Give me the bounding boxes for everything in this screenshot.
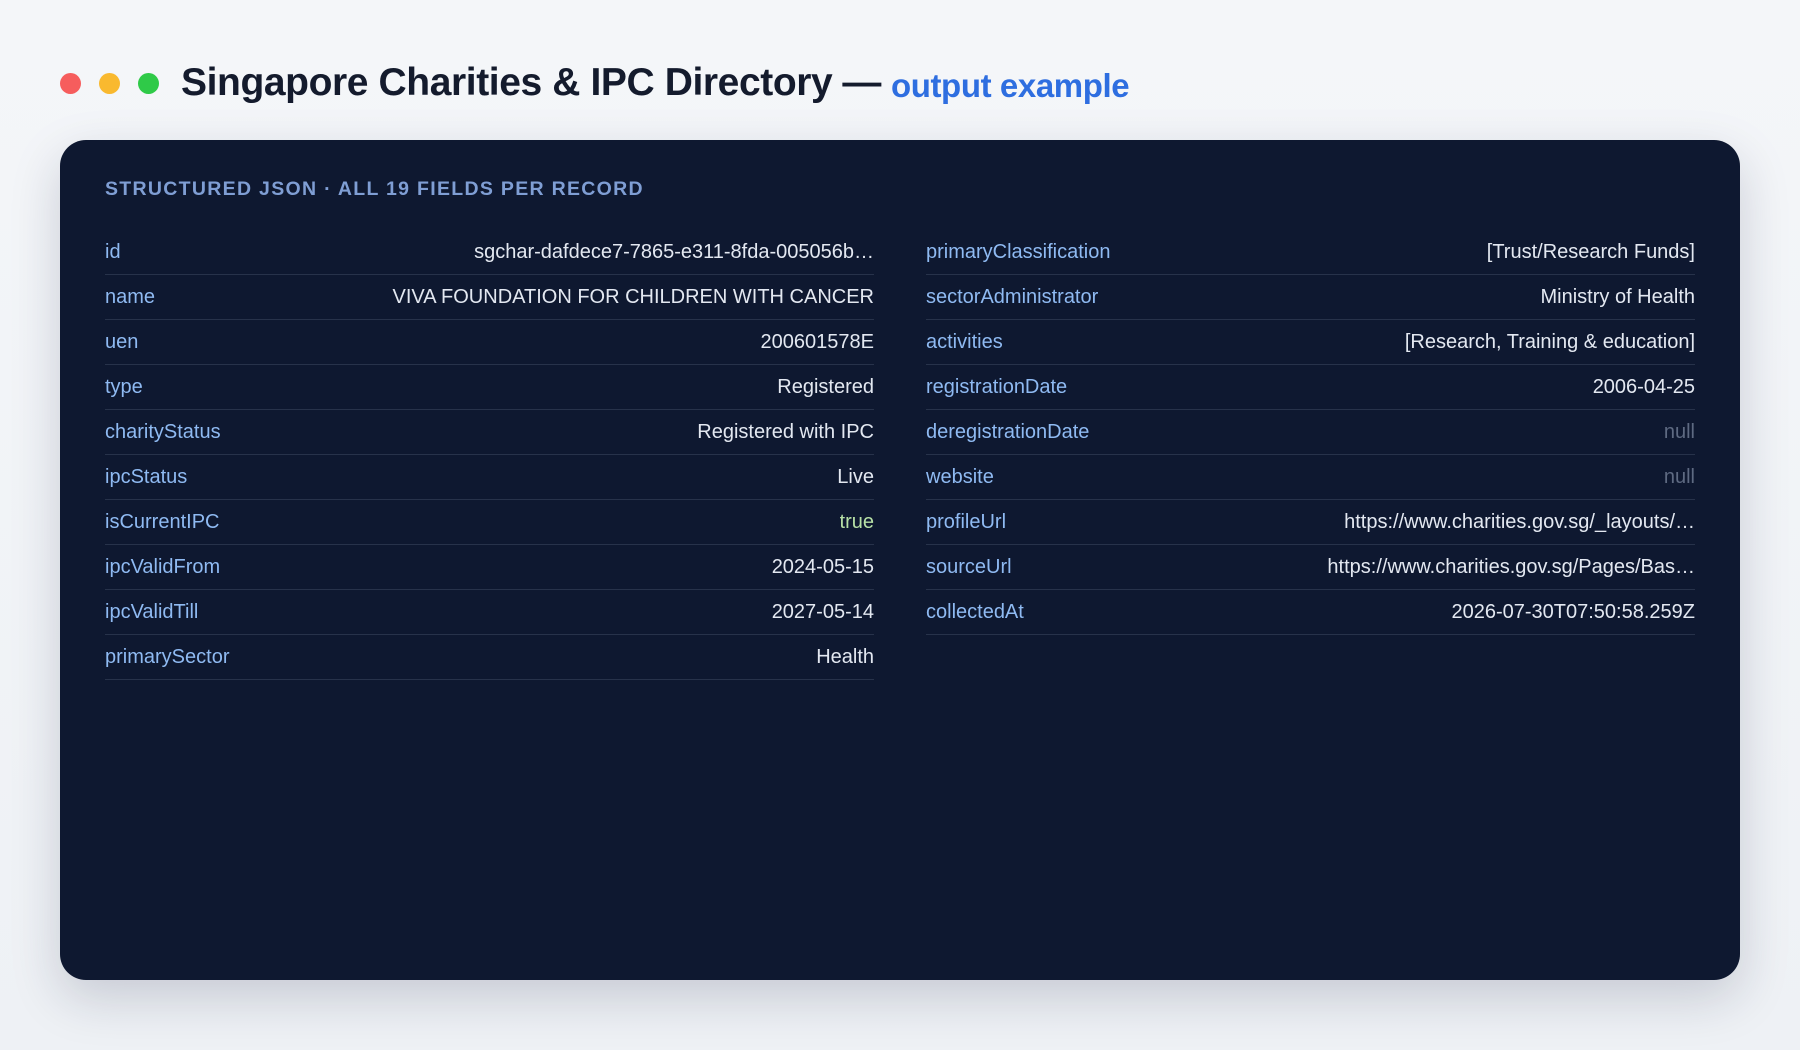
field-value: [Research, Training & education]	[1404, 330, 1695, 353]
field-row-ipc-valid-from: ipcValidFrom 2024-05-15	[105, 545, 874, 590]
field-row-source-url: sourceUrl https://www.charities.gov.sg/P…	[926, 545, 1695, 590]
field-row-charity-status: charityStatus Registered with IPC	[105, 410, 874, 455]
field-key: website	[926, 465, 994, 488]
field-value-null: null	[1663, 420, 1695, 443]
field-value: Live	[837, 465, 874, 488]
field-value: Health	[816, 645, 874, 668]
field-value: sgchar-dafdece7-7865-e311-8fda-005056b…	[474, 240, 874, 263]
field-value: Ministry of Health	[1540, 285, 1696, 308]
field-row-type: type Registered	[105, 365, 874, 410]
field-value: 2006-04-25	[1592, 375, 1695, 398]
field-key: type	[105, 375, 143, 398]
field-row-primary-sector: primarySector Health	[105, 635, 874, 680]
field-key: deregistrationDate	[926, 420, 1090, 443]
title-bar: Singapore Charities & IPC Directory — outp…	[60, 58, 1130, 108]
field-key: id	[105, 240, 121, 263]
field-key: primaryClassification	[926, 240, 1111, 263]
field-key: charityStatus	[105, 420, 221, 443]
field-key: activities	[926, 330, 1003, 353]
field-value: 2026-07-30T07:50:58.259Z	[1451, 600, 1695, 623]
field-row-deregistration-date: deregistrationDate null	[926, 410, 1695, 455]
json-output-panel: STRUCTURED JSON · ALL 19 FIELDS PER RECO…	[60, 140, 1740, 980]
field-row-activities: activities [Research, Training & educati…	[926, 320, 1695, 365]
field-key: sectorAdministrator	[926, 285, 1099, 308]
field-key: profileUrl	[926, 510, 1007, 533]
field-value-boolean: true	[839, 510, 874, 533]
field-row-primary-classification: primaryClassification [Trust/Research Fu…	[926, 230, 1695, 275]
panel-heading: STRUCTURED JSON · ALL 19 FIELDS PER RECO…	[105, 178, 644, 200]
field-key: uen	[105, 330, 139, 353]
field-list-left: id sgchar-dafdece7-7865-e311-8fda-005056…	[105, 230, 874, 680]
field-value-null: null	[1663, 465, 1695, 488]
field-key: ipcStatus	[105, 465, 188, 488]
field-key: collectedAt	[926, 600, 1024, 623]
field-row-profile-url: profileUrl https://www.charities.gov.sg/…	[926, 500, 1695, 545]
field-row-sector-administrator: sectorAdministrator Ministry of Health	[926, 275, 1695, 320]
field-row-name: name VIVA FOUNDATION FOR CHILDREN WITH C…	[105, 275, 874, 320]
field-row-uen: uen 200601578E	[105, 320, 874, 365]
page-title: Singapore Charities & IPC Directory — outp…	[181, 61, 1130, 105]
page-title-text: Singapore Charities & IPC Directory	[181, 61, 833, 104]
field-value: https://www.charities.gov.sg/_layouts/…	[1344, 510, 1695, 533]
maximize-window-icon[interactable]	[138, 72, 159, 94]
field-value: [Trust/Research Funds]	[1486, 240, 1695, 263]
field-value: 2027-05-14	[771, 600, 874, 623]
field-row-ipc-status: ipcStatus Live	[105, 455, 874, 500]
field-row-id: id sgchar-dafdece7-7865-e311-8fda-005056…	[105, 230, 874, 275]
minimize-window-icon[interactable]	[99, 72, 120, 94]
field-value: Registered	[777, 375, 874, 398]
field-row-website: website null	[926, 455, 1695, 500]
field-key: ipcValidFrom	[105, 555, 221, 578]
field-key: isCurrentIPC	[105, 510, 220, 533]
field-row-ipc-valid-till: ipcValidTill 2027-05-14	[105, 590, 874, 635]
field-value: 2024-05-15	[771, 555, 874, 578]
field-row-is-current-ipc: isCurrentIPC true	[105, 500, 874, 545]
field-value: 200601578E	[760, 330, 874, 353]
field-row-registration-date: registrationDate 2006-04-25	[926, 365, 1695, 410]
page-subtitle: output example	[890, 67, 1130, 104]
field-key: name	[105, 285, 156, 308]
field-value: Registered with IPC	[697, 420, 874, 443]
field-key: registrationDate	[926, 375, 1068, 398]
field-key: ipcValidTill	[105, 600, 199, 623]
field-list-right: primaryClassification [Trust/Research Fu…	[926, 230, 1695, 635]
close-window-icon[interactable]	[60, 72, 81, 94]
field-row-collected-at: collectedAt 2026-07-30T07:50:58.259Z	[926, 590, 1695, 635]
field-value: https://www.charities.gov.sg/Pages/Bas…	[1327, 555, 1695, 578]
field-key: sourceUrl	[926, 555, 1012, 578]
field-value: VIVA FOUNDATION FOR CHILDREN WITH CANCER	[392, 285, 874, 308]
title-separator: —	[842, 61, 881, 104]
field-key: primarySector	[105, 645, 230, 668]
